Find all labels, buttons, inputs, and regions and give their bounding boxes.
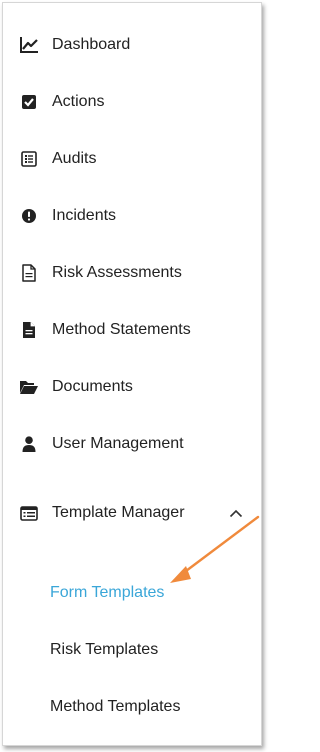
menu-item-label: Dashboard — [52, 36, 131, 53]
menu-item-label: User Management — [52, 435, 184, 452]
submenu-item-method-templates[interactable]: Method Templates — [3, 687, 261, 727]
folder-open-icon — [19, 377, 39, 397]
sidebar-menu: Dashboard Actions Audits Incidents Risk … — [2, 2, 262, 746]
submenu-item-risk-templates[interactable]: Risk Templates — [3, 630, 261, 670]
menu-item-template-manager[interactable]: Template Manager — [3, 493, 261, 533]
menu-item-actions[interactable]: Actions — [3, 82, 261, 122]
menu-item-label: Template Manager — [52, 504, 185, 521]
chart-line-icon — [19, 35, 39, 55]
menu-item-risk-assessments[interactable]: Risk Assessments — [3, 253, 261, 293]
checklist-icon — [19, 149, 39, 169]
submenu-item-label: Method Templates — [50, 698, 181, 715]
document-filled-icon — [19, 320, 39, 340]
menu-item-dashboard[interactable]: Dashboard — [3, 25, 261, 65]
document-outline-icon — [19, 263, 39, 283]
menu-item-method-statements[interactable]: Method Statements — [3, 310, 261, 350]
checkbox-icon — [19, 92, 39, 112]
menu-item-documents[interactable]: Documents — [3, 367, 261, 407]
menu-item-audits[interactable]: Audits — [3, 139, 261, 179]
submenu-item-form-templates[interactable]: Form Templates — [3, 573, 261, 613]
submenu-item-label: Risk Templates — [50, 641, 159, 658]
menu-item-label: Audits — [52, 150, 97, 167]
menu-item-user-management[interactable]: User Management — [3, 424, 261, 464]
menu-item-label: Documents — [52, 378, 133, 395]
exclamation-circle-icon — [19, 206, 39, 226]
submenu-item-label: Form Templates — [50, 584, 165, 601]
chevron-up-icon[interactable] — [227, 504, 245, 522]
menu-item-label: Risk Assessments — [52, 264, 182, 281]
menu-item-label: Actions — [52, 93, 105, 110]
menu-item-label: Method Statements — [52, 321, 191, 338]
user-icon — [19, 434, 39, 454]
menu-item-incidents[interactable]: Incidents — [3, 196, 261, 236]
menu-item-label: Incidents — [52, 207, 117, 224]
list-alt-icon — [19, 503, 39, 523]
